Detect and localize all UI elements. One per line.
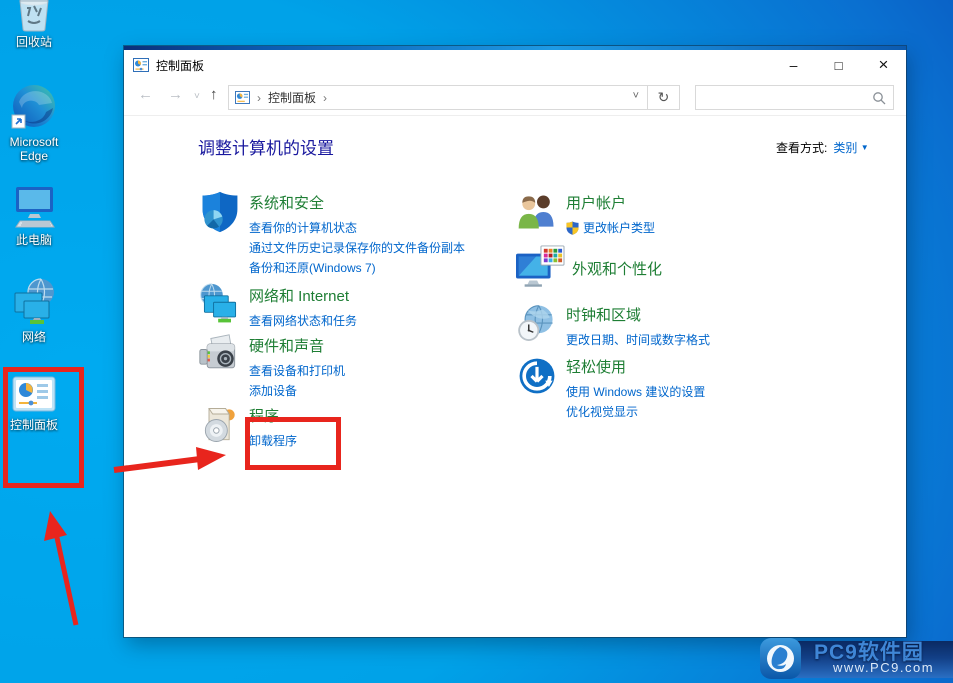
appearance-personalization-icon[interactable] — [515, 244, 565, 288]
desktop-icon-label: 回收站 — [15, 35, 52, 49]
desktop-icon-edge[interactable]: Microsoft Edge — [2, 82, 66, 163]
control-panel-window: 控制面板 – □ × ← → ˅ ↑ › 控制面板 › ˅ ↻ 调整计算机的设置… — [124, 46, 906, 637]
pc9-logo-icon — [759, 637, 802, 683]
category-link[interactable]: 使用 Windows 建议的设置 — [566, 382, 705, 402]
category-link-text: 更改帐户类型 — [583, 221, 656, 235]
address-dropdown-icon[interactable]: ˅ — [633, 90, 639, 102]
view-by-control: 查看方式: 类别 ▼ — [776, 139, 869, 156]
page-title: 调整计算机的设置 — [198, 139, 334, 158]
network-internet-icon[interactable] — [198, 283, 242, 327]
category-link[interactable]: 添加设备 — [249, 381, 345, 401]
search-input[interactable] — [695, 85, 894, 110]
red-arrow-to-control-panel — [44, 511, 79, 626]
close-button[interactable]: × — [861, 50, 906, 80]
category-title[interactable]: 外观和个性化 — [572, 258, 662, 279]
search-icon — [873, 92, 886, 105]
view-by-label: 查看方式: — [776, 141, 828, 155]
network-icon — [2, 277, 66, 327]
desktop-icon-label: 网络 — [21, 330, 46, 344]
recycle-bin-icon — [2, 0, 66, 32]
desktop-icon-this-pc[interactable]: 此电脑 — [2, 184, 66, 247]
category-title[interactable]: 时钟和区域 — [566, 304, 710, 325]
chevron-down-icon[interactable]: ▼ — [861, 143, 869, 152]
desktop-icon-network[interactable]: 网络 — [2, 277, 66, 344]
category-ease-of-access: 轻松使用 使用 Windows 建议的设置 优化视觉显示 — [515, 354, 705, 422]
category-link[interactable]: 优化视觉显示 — [566, 402, 705, 422]
back-icon[interactable]: ← — [138, 86, 153, 103]
view-by-value[interactable]: 类别 — [833, 141, 857, 155]
change-account-type-link[interactable]: 更改帐户类型 — [566, 218, 655, 241]
window-controls: – □ × — [771, 50, 906, 80]
desktop-icon-label: Microsoft Edge — [9, 135, 59, 163]
category-clock-region: 时钟和区域 更改日期、时间或数字格式 — [515, 302, 710, 350]
microsoft-edge-icon — [2, 82, 66, 132]
programs-icon[interactable] — [198, 403, 242, 447]
forward-icon[interactable]: → — [168, 86, 183, 103]
category-appearance-personalization: 外观和个性化 — [515, 244, 662, 288]
refresh-button[interactable]: ↻ — [648, 85, 680, 110]
uac-shield-icon — [566, 221, 579, 241]
category-title[interactable]: 轻松使用 — [566, 356, 705, 377]
desktop-icon-recycle-bin[interactable]: 回收站 — [2, 0, 66, 49]
category-title[interactable]: 系统和安全 — [249, 192, 465, 213]
clock-region-icon[interactable] — [515, 302, 559, 346]
user-accounts-icon[interactable] — [515, 190, 559, 234]
category-link[interactable]: 备份和还原(Windows 7) — [249, 258, 465, 278]
category-system-security: 系统和安全 查看你的计算机状态 通过文件历史记录保存你的文件备份副本 备份和还原… — [198, 190, 465, 278]
category-link[interactable]: 更改日期、时间或数字格式 — [566, 330, 710, 350]
category-link[interactable]: 查看网络状态和任务 — [249, 311, 357, 331]
this-pc-icon — [2, 184, 66, 230]
minimize-button[interactable]: – — [771, 50, 816, 80]
breadcrumb-separator: › — [257, 90, 261, 105]
desktop-icon-label: 此电脑 — [15, 233, 52, 247]
category-link[interactable]: 查看你的计算机状态 — [249, 218, 465, 238]
navigation-bar: ← → ˅ ↑ › 控制面板 › ˅ ↻ — [124, 80, 906, 116]
category-link[interactable]: 通过文件历史记录保存你的文件备份副本 — [249, 238, 465, 258]
category-hardware-sound: 硬件和声音 查看设备和打印机 添加设备 — [198, 333, 345, 401]
address-bar[interactable]: › 控制面板 › ˅ — [228, 85, 648, 110]
highlight-box-control-panel-icon — [3, 367, 84, 488]
ease-of-access-icon[interactable] — [515, 354, 559, 398]
hardware-sound-icon[interactable] — [198, 333, 242, 377]
red-arrow-to-uninstall — [113, 447, 226, 473]
category-title[interactable]: 网络和 Internet — [249, 285, 357, 306]
window-title: 控制面板 — [156, 58, 205, 73]
breadcrumb-separator[interactable]: › — [323, 91, 327, 105]
category-user-accounts: 用户帐户 更改帐户类型 — [515, 190, 655, 241]
maximize-button[interactable]: □ — [816, 50, 861, 80]
system-security-icon[interactable] — [198, 190, 242, 234]
category-title[interactable]: 用户帐户 — [566, 192, 655, 213]
category-network-internet: 网络和 Internet 查看网络状态和任务 — [198, 283, 357, 331]
up-icon[interactable]: ↑ — [210, 86, 218, 103]
category-title[interactable]: 硬件和声音 — [249, 335, 345, 356]
window-title-icon — [133, 58, 149, 72]
breadcrumb[interactable]: 控制面板 — [268, 89, 316, 106]
history-dropdown-icon[interactable]: ˅ — [194, 91, 200, 102]
address-location-icon — [235, 91, 250, 104]
highlight-box-uninstall-program — [245, 417, 341, 470]
category-link[interactable]: 查看设备和打印机 — [249, 361, 345, 381]
refresh-icon: ↻ — [657, 89, 670, 105]
watermark-url: www.PC9.com — [833, 660, 935, 675]
